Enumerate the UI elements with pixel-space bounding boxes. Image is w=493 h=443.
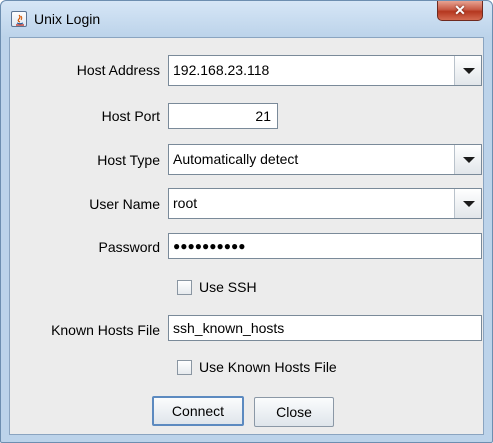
host-port-field[interactable]: 21 [168,103,278,129]
host-address-combo[interactable]: 192.168.23.118 [168,55,482,86]
known-hosts-file-label: Known Hosts File [51,322,160,338]
host-address-value[interactable]: 192.168.23.118 [173,62,269,78]
chevron-down-icon[interactable] [454,189,481,218]
chevron-down-icon[interactable] [454,145,481,174]
close-icon[interactable]: ✕ [454,2,466,18]
use-ssh-checkbox[interactable]: Use SSH [177,279,287,297]
host-port-value[interactable]: 21 [255,108,271,124]
host-type-value[interactable]: Automatically detect [173,151,298,167]
host-type-label: Host Type [97,152,160,168]
unix-login-dialog: Unix Login ✕ Host Address 192.168.23.118… [0,0,493,443]
dialog-content: Host Address 192.168.23.118 Host Port 21… [9,37,484,435]
password-label: Password [98,239,160,255]
use-ssh-box[interactable] [177,280,192,295]
java-app-icon [11,11,27,27]
chevron-down-icon[interactable] [454,56,481,85]
user-name-label: User Name [89,196,160,212]
use-known-hosts-box[interactable] [177,360,192,375]
host-port-label: Host Port [101,108,160,124]
close-button[interactable]: Close [254,397,334,427]
known-hosts-file-value[interactable]: ssh_known_hosts [173,320,284,336]
connect-button[interactable]: Connect [152,396,244,426]
password-field[interactable]: ●●●●●●●●●● [168,233,482,259]
host-address-label: Host Address [76,62,160,78]
known-hosts-file-field[interactable]: ssh_known_hosts [168,315,482,341]
use-known-hosts-checkbox[interactable]: Use Known Hosts File [177,359,377,377]
host-type-combo[interactable]: Automatically detect [168,144,482,175]
close-window-button[interactable]: ✕ [437,1,483,21]
password-value[interactable]: ●●●●●●●●●● [173,239,245,253]
window-title: Unix Login [34,11,101,27]
use-ssh-label[interactable]: Use SSH [199,279,257,295]
user-name-value[interactable]: root [173,195,197,211]
user-name-combo[interactable]: root [168,188,482,219]
use-known-hosts-label[interactable]: Use Known Hosts File [199,359,337,375]
title-bar[interactable]: Unix Login ✕ [1,1,492,37]
